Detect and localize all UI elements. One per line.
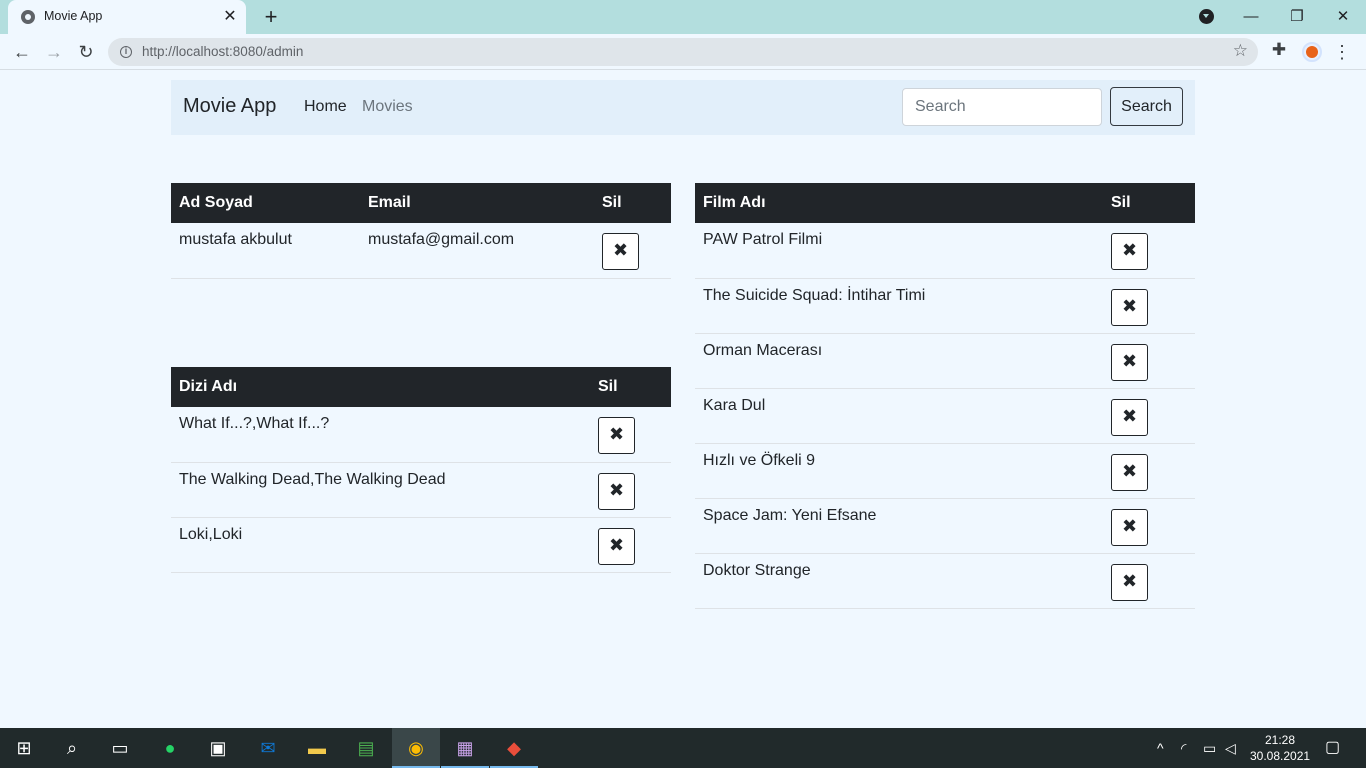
browser-toolbar: ← → ↻ i http://localhost:8080/admin ☆	[0, 34, 1366, 70]
search-button[interactable]: Search	[1110, 87, 1183, 126]
url-text[interactable]: http://localhost:8080/admin	[142, 44, 303, 59]
delete-film-button[interactable]: ✖	[1111, 233, 1148, 270]
table-row: Kara Dul ✖	[695, 388, 1195, 444]
app-icon[interactable]: ▦	[441, 728, 489, 768]
film-name-cell: Space Jam: Yeni Efsane	[695, 498, 1103, 554]
menu-kebab-icon[interactable]: ⋮	[1330, 38, 1354, 66]
column-header-delete: Sil	[594, 183, 671, 223]
tray-chevron-up-icon[interactable]: ^	[1157, 728, 1164, 768]
series-name-cell: Loki,Loki	[171, 517, 590, 573]
whatsapp-icon[interactable]: ●	[146, 728, 194, 768]
battery-icon[interactable]: ▭	[1203, 728, 1216, 768]
notifications-icon[interactable]: ▢	[1325, 728, 1340, 768]
profile-avatar[interactable]	[1302, 42, 1322, 62]
delete-user-button[interactable]: ✖	[602, 233, 639, 270]
user-email-cell: mustafa@gmail.com	[360, 223, 594, 279]
forward-arrow-icon[interactable]: →	[40, 38, 68, 66]
series-name-cell: The Walking Dead,The Walking Dead	[171, 462, 590, 518]
table-header-row: Film Adı Sil	[695, 183, 1195, 223]
delete-series-button[interactable]: ✖	[598, 527, 635, 565]
table-row: The Walking Dead,The Walking Dead ✖	[171, 462, 671, 518]
bookmark-star-icon[interactable]: ☆	[1233, 41, 1248, 61]
brand-link[interactable]: Movie App	[183, 95, 276, 118]
column-header-delete: Sil	[590, 367, 671, 407]
column-header-film-name: Film Adı	[695, 183, 1103, 223]
column-header-email: Email	[360, 183, 594, 223]
film-name-cell: Hızlı ve Öfkeli 9	[695, 443, 1103, 499]
film-name-cell: Doktor Strange	[695, 553, 1103, 609]
delete-film-button[interactable]: ✖	[1111, 453, 1148, 491]
table-row: mustafa akbulut mustafa@gmail.com ✖	[171, 223, 671, 279]
tab-search-icon[interactable]	[1199, 9, 1214, 24]
table-row: Doktor Strange ✖	[695, 553, 1195, 609]
tab-close-icon[interactable]: ✕	[220, 7, 240, 27]
reload-icon[interactable]: ↻	[72, 38, 100, 66]
series-table: Dizi Adı Sil What If...?,What If...? ✖ T…	[171, 367, 671, 573]
app-navbar: Movie App Home Movies Search	[171, 80, 1195, 135]
films-table: Film Adı Sil PAW Patrol Filmi ✖ The Suici…	[695, 183, 1195, 609]
address-bar[interactable]: i http://localhost:8080/admin ☆	[108, 38, 1258, 66]
nav-home-link[interactable]: Home	[304, 98, 347, 116]
chrome-icon[interactable]: ◉	[392, 728, 440, 768]
table-row: Orman Macerası ✖	[695, 333, 1195, 389]
table-row: Loki,Loki ✖	[171, 517, 671, 573]
table-row: Space Jam: Yeni Efsane ✖	[695, 498, 1195, 554]
search-icon[interactable]: ⌕	[48, 728, 96, 768]
delete-film-button[interactable]: ✖	[1111, 508, 1148, 546]
delete-film-button[interactable]: ✖	[1111, 343, 1148, 381]
search-input[interactable]	[902, 88, 1102, 126]
delete-series-button[interactable]: ✖	[598, 472, 635, 510]
clock-time: 21:28	[1264, 733, 1296, 747]
table-row: PAW Patrol Filmi ✖	[695, 223, 1195, 279]
minimize-button[interactable]: —	[1236, 3, 1266, 31]
nav-movies-link[interactable]: Movies	[362, 98, 413, 116]
film-name-cell: PAW Patrol Filmi	[695, 223, 1103, 279]
table-header-row: Dizi Adı Sil	[171, 367, 671, 407]
notes-app-icon[interactable]: ▤	[342, 728, 390, 768]
wifi-icon[interactable]: ◜	[1181, 728, 1186, 768]
column-header-series-name: Dizi Adı	[171, 367, 590, 407]
column-header-name: Ad Soyad	[171, 183, 360, 223]
terminal-icon[interactable]: ▣	[194, 728, 242, 768]
delete-series-button[interactable]: ✖	[598, 417, 635, 454]
window-close-button[interactable]: ✕	[1328, 3, 1358, 31]
delete-film-button[interactable]: ✖	[1111, 288, 1148, 326]
git-icon[interactable]: ◆	[490, 728, 538, 768]
clock-date: 30.08.2021	[1250, 749, 1311, 763]
column-header-delete: Sil	[1103, 183, 1195, 223]
task-view-icon[interactable]: ▭	[96, 728, 144, 768]
restore-button[interactable]: ❐	[1282, 3, 1312, 31]
globe-icon	[21, 10, 35, 24]
film-name-cell: Orman Macerası	[695, 333, 1103, 389]
users-table: Ad Soyad Email Sil mustafa akbulut musta…	[171, 183, 671, 279]
browser-tabstrip: Movie App ✕ + — ❐ ✕	[0, 0, 1366, 34]
taskbar-clock[interactable]: 21:28 30.08.2021	[1250, 732, 1310, 764]
table-row: Hızlı ve Öfkeli 9 ✖	[695, 443, 1195, 499]
user-name-cell: mustafa akbulut	[171, 223, 360, 279]
film-name-cell: Kara Dul	[695, 388, 1103, 444]
delete-film-button[interactable]: ✖	[1111, 563, 1148, 601]
mail-icon[interactable]: ✉	[244, 728, 292, 768]
table-row: What If...?,What If...? ✖	[171, 407, 671, 463]
film-name-cell: The Suicide Squad: İntihar Timi	[695, 278, 1103, 334]
back-arrow-icon[interactable]: ←	[8, 38, 36, 66]
table-header-row: Ad Soyad Email Sil	[171, 183, 671, 223]
windows-start-icon[interactable]: ⊞	[0, 728, 48, 768]
volume-icon[interactable]: ◁	[1225, 728, 1236, 768]
table-row: The Suicide Squad: İntihar Timi ✖	[695, 278, 1195, 334]
file-explorer-icon[interactable]: ▬	[293, 728, 341, 768]
browser-tab[interactable]: Movie App ✕	[8, 0, 246, 34]
info-icon[interactable]: i	[120, 46, 132, 58]
tab-title: Movie App	[44, 9, 103, 23]
extensions-puzzle-icon[interactable]: ✚	[1268, 40, 1290, 62]
series-name-cell: What If...?,What If...?	[171, 407, 590, 463]
os-taskbar: ⊞ ⌕ ▭ ● ▣ ✉ ▬ ▤ ◉ ▦ ◆ ^ ◜ ▭ ◁ 21:28 30.0…	[0, 728, 1366, 768]
new-tab-button[interactable]: +	[259, 5, 283, 29]
delete-film-button[interactable]: ✖	[1111, 398, 1148, 436]
